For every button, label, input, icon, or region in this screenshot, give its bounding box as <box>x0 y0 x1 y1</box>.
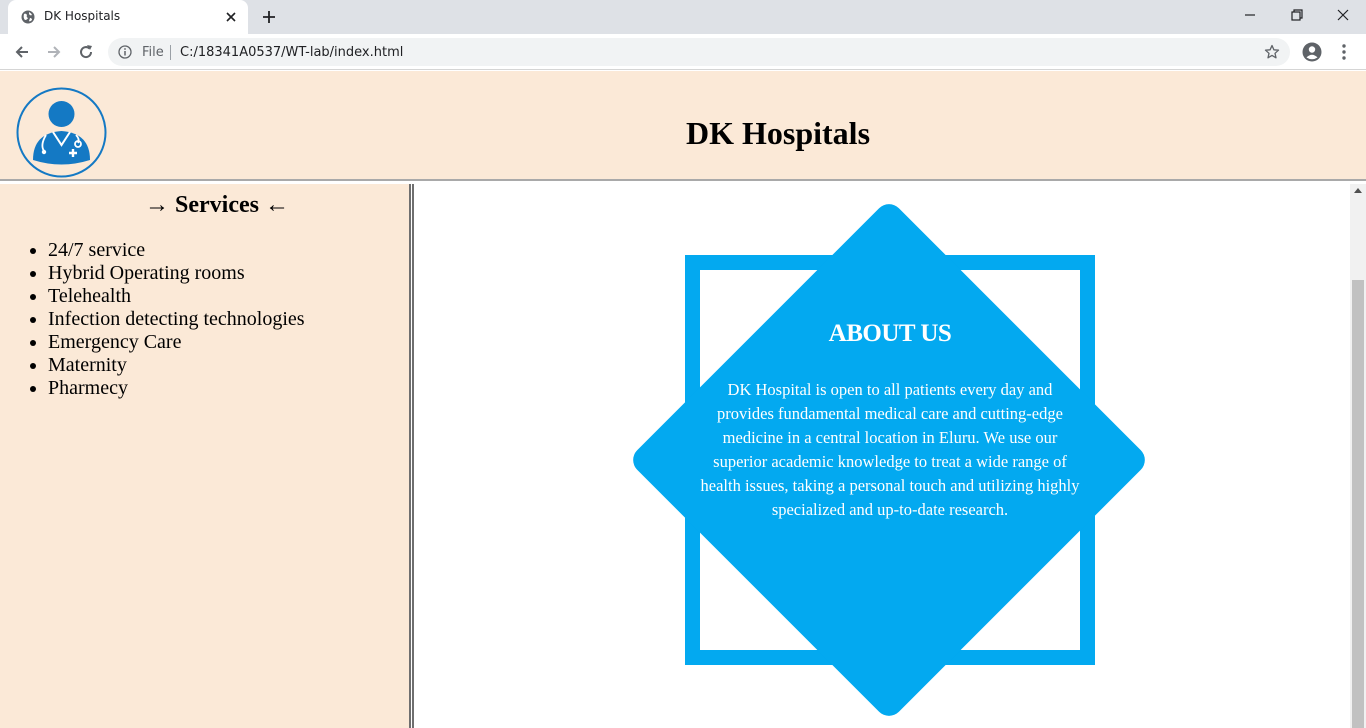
address-bar[interactable]: File C:/18341A0537/WT-lab/index.html <box>108 38 1290 66</box>
list-item: Pharmecy <box>48 377 305 400</box>
about-title: ABOUT US <box>828 320 952 347</box>
reload-icon[interactable] <box>77 43 95 61</box>
file-label: File <box>142 45 164 60</box>
forward-icon[interactable] <box>45 43 63 61</box>
list-item: Emergency Care <box>48 331 305 354</box>
close-icon[interactable] <box>223 9 239 25</box>
services-list: 24/7 service Hybrid Operating rooms Tele… <box>48 239 305 400</box>
minimize-icon[interactable] <box>1242 7 1258 23</box>
window-close-icon[interactable] <box>1335 7 1351 23</box>
tab-strip: DK Hospitals <box>0 0 1366 34</box>
list-item: Hybrid Operating rooms <box>48 262 305 285</box>
list-item: Infection detecting technologies <box>48 308 305 331</box>
services-heading: → Services ← <box>145 192 289 218</box>
list-item: Maternity <box>48 354 305 377</box>
menu-icon[interactable] <box>1336 42 1352 62</box>
browser-toolbar: File C:/18341A0537/WT-lab/index.html <box>0 34 1366 70</box>
tab-title: DK Hospitals <box>44 9 121 23</box>
scrollbar[interactable] <box>1350 184 1366 728</box>
scrollbar-thumb[interactable] <box>1352 280 1364 728</box>
list-item: 24/7 service <box>48 239 305 262</box>
header-frame: DK Hospitals <box>0 71 1366 181</box>
plus-icon[interactable] <box>260 8 278 26</box>
scroll-up-arrow-icon[interactable] <box>1354 188 1362 193</box>
about-section: ABOUT US DK Hospital is open to all pati… <box>700 320 1080 522</box>
site-title: DK Hospitals <box>685 115 871 151</box>
list-item: Telehealth <box>48 285 305 308</box>
about-text: DK Hospital is open to all patients ever… <box>700 380 1080 519</box>
star-icon[interactable] <box>1264 44 1280 60</box>
back-icon[interactable] <box>13 43 31 61</box>
restore-icon[interactable] <box>1289 7 1305 23</box>
url-separator <box>170 45 171 60</box>
main-frame: ABOUT US DK Hospital is open to all pati… <box>414 184 1350 728</box>
globe-icon <box>21 10 35 24</box>
services-frame: → Services ← 24/7 service Hybrid Operati… <box>0 184 409 728</box>
profile-icon[interactable] <box>1302 42 1322 62</box>
browser-tab[interactable]: DK Hospitals <box>8 0 248 34</box>
url-text[interactable]: C:/18341A0537/WT-lab/index.html <box>180 45 403 60</box>
info-icon[interactable] <box>118 45 132 59</box>
